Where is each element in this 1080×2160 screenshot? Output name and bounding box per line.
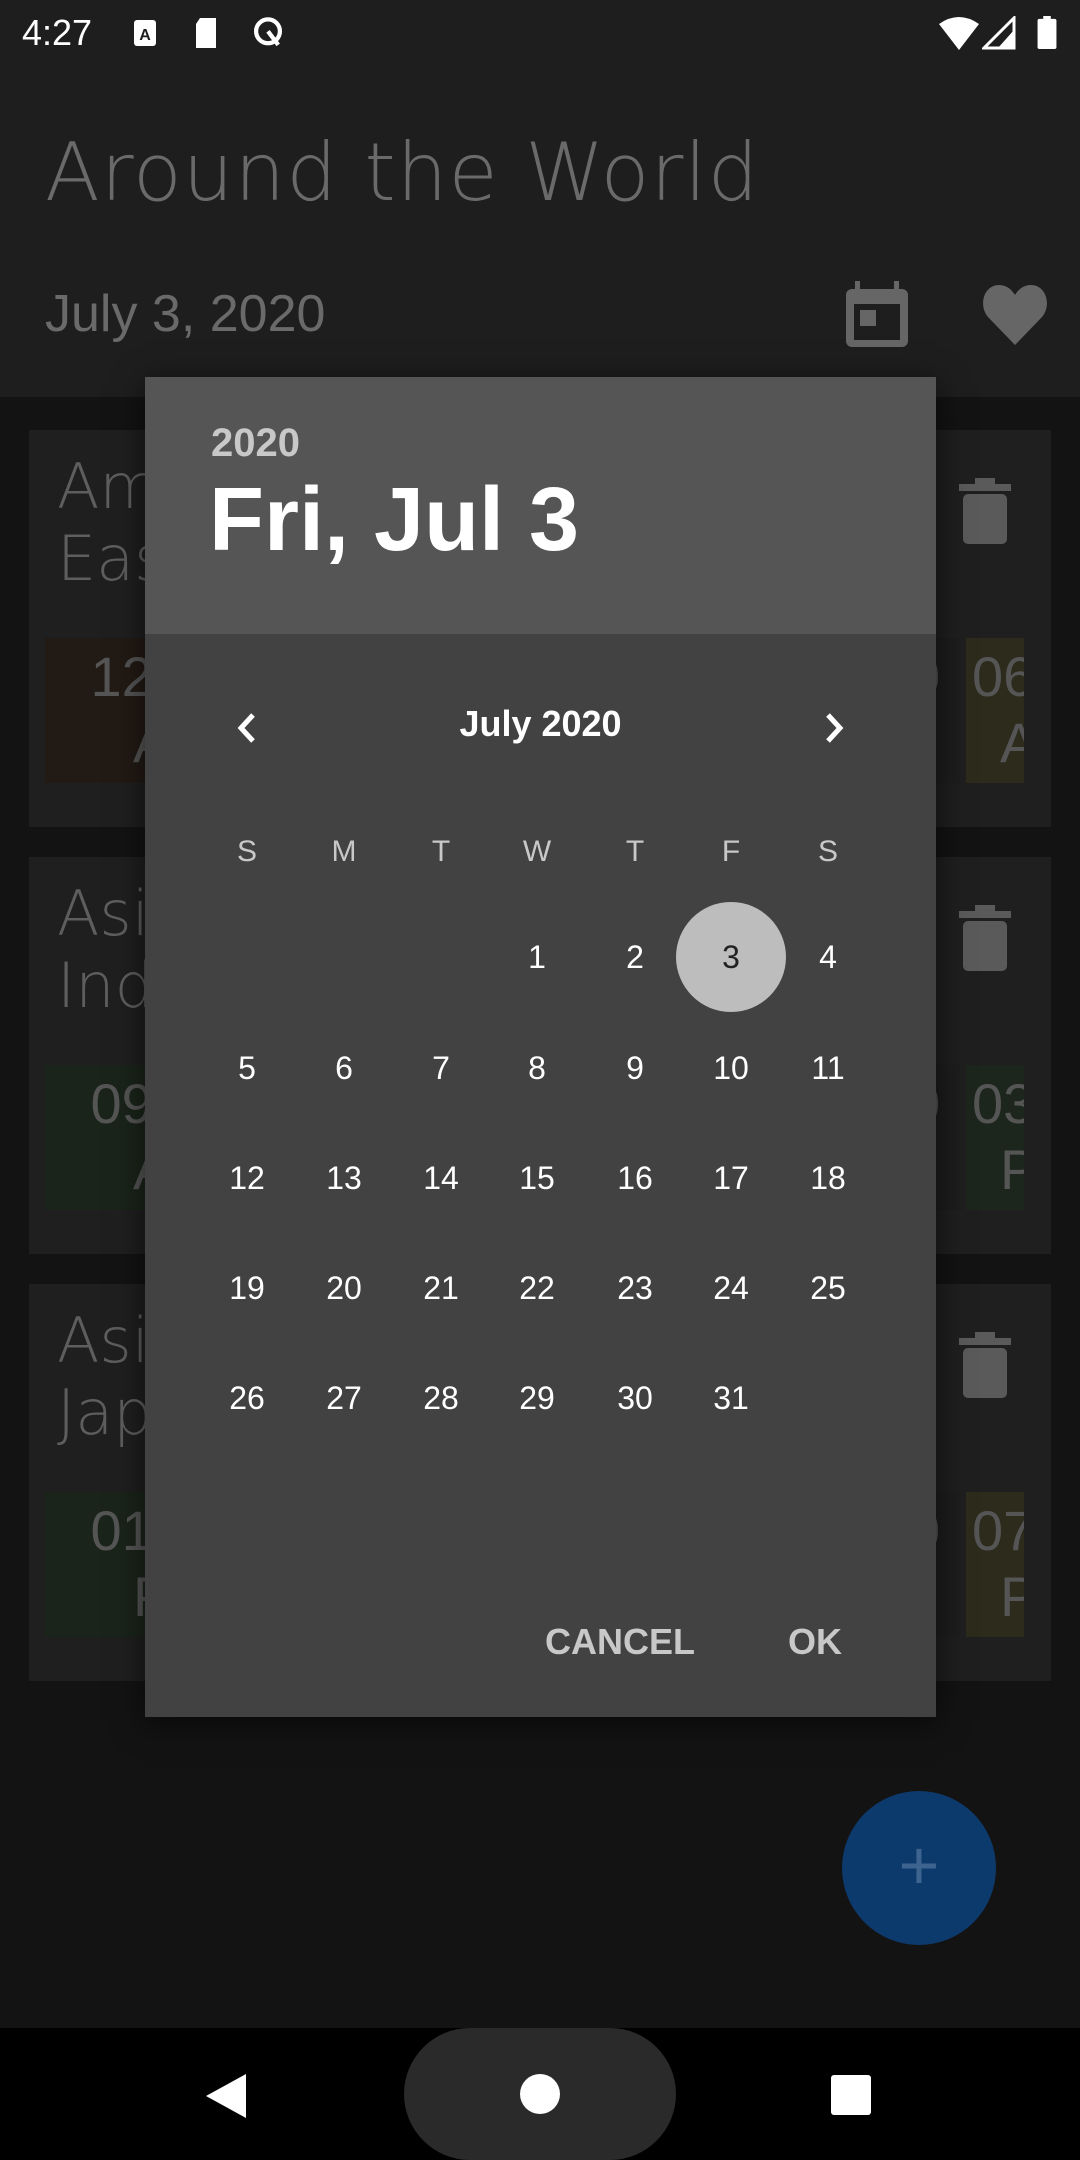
card-region: Asi xyxy=(57,1304,149,1377)
day-7[interactable]: 7 xyxy=(401,1043,481,1093)
trash-icon[interactable] xyxy=(959,478,1011,544)
back-icon[interactable] xyxy=(204,2072,248,2120)
a-icon: A xyxy=(134,20,156,46)
svg-text:A: A xyxy=(139,27,151,44)
day-28[interactable]: 28 xyxy=(401,1373,481,1423)
status-time: 4:27 xyxy=(22,12,93,53)
add-button[interactable]: + xyxy=(842,1791,996,1945)
day-3[interactable]: 3 xyxy=(691,932,771,982)
day-21[interactable]: 21 xyxy=(401,1263,481,1313)
q-icon xyxy=(253,17,283,47)
card-region: Asi xyxy=(57,877,149,950)
day-5[interactable]: 5 xyxy=(207,1043,287,1093)
day-20[interactable]: 20 xyxy=(304,1263,384,1313)
day-27[interactable]: 27 xyxy=(304,1373,384,1423)
weekday-label: S xyxy=(817,835,838,868)
card-city: Jap xyxy=(57,1376,153,1449)
signal-icon xyxy=(982,16,1016,50)
navigation-bar xyxy=(0,2028,1080,2160)
weekday-label: W xyxy=(522,835,552,868)
day-31[interactable]: 31 xyxy=(691,1373,771,1423)
weekday-label: F xyxy=(721,835,741,868)
sd-card-icon xyxy=(196,18,216,48)
day-26[interactable]: 26 xyxy=(207,1373,287,1423)
current-date[interactable]: July 3, 2020 xyxy=(45,284,325,344)
cancel-button[interactable]: CANCEL xyxy=(545,1621,695,1663)
selected-date-label: Fri, Jul 3 xyxy=(209,470,580,570)
weekday-label: T xyxy=(431,835,451,868)
time: 06 xyxy=(972,645,1024,708)
day-15[interactable]: 15 xyxy=(497,1153,577,1203)
year-selector[interactable]: 2020 xyxy=(211,421,300,466)
day-14[interactable]: 14 xyxy=(401,1153,481,1203)
day-12[interactable]: 12 xyxy=(207,1153,287,1203)
date-picker-dialog: 2020 Fri, Jul 3 July 2020 SMTWTFS1234567… xyxy=(145,377,936,1717)
heart-icon[interactable] xyxy=(980,279,1050,349)
day-23[interactable]: 23 xyxy=(595,1263,675,1313)
app-bar: Around the World July 3, 2020 xyxy=(0,66,1080,397)
ampm: P xyxy=(1000,1565,1024,1628)
trash-icon[interactable] xyxy=(959,905,1011,971)
day-8[interactable]: 8 xyxy=(497,1043,577,1093)
day-19[interactable]: 19 xyxy=(207,1263,287,1313)
day-29[interactable]: 29 xyxy=(497,1373,577,1423)
day-11[interactable]: 11 xyxy=(788,1043,868,1093)
status-bar: 4:27 A xyxy=(0,0,1080,66)
day-4[interactable]: 4 xyxy=(788,932,868,982)
day-16[interactable]: 16 xyxy=(595,1153,675,1203)
wifi-icon xyxy=(939,17,979,50)
dialog-header: 2020 Fri, Jul 3 xyxy=(145,377,936,634)
remote-time-box: 03 P xyxy=(966,1065,1024,1210)
battery-icon xyxy=(1037,16,1057,50)
ok-button[interactable]: OK xyxy=(765,1621,865,1663)
day-6[interactable]: 6 xyxy=(304,1043,384,1093)
time: 07 xyxy=(972,1499,1024,1562)
day-18[interactable]: 18 xyxy=(788,1153,868,1203)
day-30[interactable]: 30 xyxy=(595,1373,675,1423)
day-25[interactable]: 25 xyxy=(788,1263,868,1313)
weekday-label: M xyxy=(331,835,357,868)
day-24[interactable]: 24 xyxy=(691,1263,771,1313)
ampm: P xyxy=(1000,1138,1024,1201)
recents-icon[interactable] xyxy=(830,2074,872,2116)
day-2[interactable]: 2 xyxy=(595,932,675,982)
day-1[interactable]: 1 xyxy=(497,932,577,982)
day-9[interactable]: 9 xyxy=(595,1043,675,1093)
remote-time-box: 07 P xyxy=(966,1492,1024,1637)
day-10[interactable]: 10 xyxy=(691,1043,771,1093)
home-icon[interactable] xyxy=(518,2072,562,2116)
remote-time-box: 06 A xyxy=(966,638,1024,783)
weekday-label: S xyxy=(236,835,257,868)
day-13[interactable]: 13 xyxy=(304,1153,384,1203)
trash-icon[interactable] xyxy=(959,1332,1011,1398)
calendar-icon[interactable] xyxy=(843,279,913,349)
day-22[interactable]: 22 xyxy=(497,1263,577,1313)
day-17[interactable]: 17 xyxy=(691,1153,771,1203)
time: 03 xyxy=(972,1072,1024,1135)
ampm: A xyxy=(1000,711,1024,774)
app-title: Around the World xyxy=(45,126,760,219)
weekday-label: T xyxy=(625,835,645,868)
next-month-icon[interactable] xyxy=(808,703,858,753)
